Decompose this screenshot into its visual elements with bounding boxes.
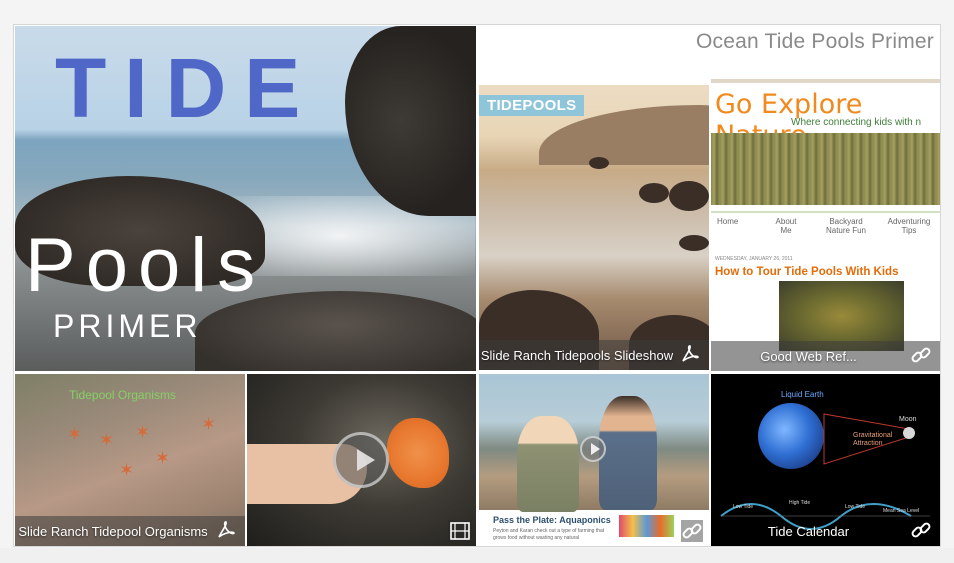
sea-rock [669, 181, 709, 211]
page-footer-strip [0, 548, 954, 563]
link-icon[interactable] [681, 520, 703, 542]
presenter-girl [517, 416, 579, 512]
tile-tidepools-slideshow[interactable]: TIDEPOOLS Slide Ranch Tidepools Slidesho… [479, 85, 709, 370]
film-icon[interactable] [448, 520, 472, 542]
tile-tide-calendar[interactable]: Liquid Earth Moon Gravitational Attracti… [711, 374, 940, 546]
tile-tide-pools-primer[interactable]: TIDE Pools PRIMER [15, 26, 476, 371]
tile-caption: Good Web Ref... [760, 349, 857, 364]
caption-bar: Tide Calendar [711, 516, 940, 546]
pdf-icon[interactable] [679, 343, 701, 365]
site-subtitle: Where connecting kids with n [791, 117, 922, 128]
gravity-label: Gravitational Attraction [853, 432, 893, 447]
board-title: Ocean Tide Pools Primer [695, 30, 934, 53]
cliff-rock [345, 26, 476, 216]
site-nav: Home About Me Backyard Nature Fun Advent… [711, 211, 940, 253]
nav-backyard: Backyard Nature Fun [825, 217, 867, 235]
sea-level-label: Mean Sea Level [883, 508, 920, 514]
sea-rock [679, 235, 709, 251]
starfish: ✶ [119, 460, 135, 480]
caption-bar: Good Web Ref... [711, 341, 940, 371]
starfish: ✶ [135, 422, 151, 442]
video-description: Peyton and Karan check out a type of far… [493, 528, 605, 541]
caption-bar: Slide Ranch Tidepools Slideshow [479, 340, 709, 370]
play-icon[interactable] [333, 432, 389, 488]
moon-graphic [903, 427, 915, 439]
pdf-icon[interactable] [215, 519, 237, 541]
tile-go-explore-nature[interactable]: Go Explore Nature Where connecting kids … [711, 79, 940, 371]
post-title: How to Tour Tide Pools With Kids [715, 266, 899, 278]
high-tide-label: High Tide [789, 500, 811, 506]
presenter-boy [599, 396, 657, 510]
tile-word-primer: PRIMER [53, 308, 202, 344]
slide-label: Tidepool Organisms [69, 388, 176, 402]
starfish: ✶ [155, 448, 171, 468]
link-icon[interactable] [910, 344, 932, 366]
nav-about: About Me [775, 217, 797, 235]
starfish [387, 418, 449, 488]
link-icon[interactable] [910, 519, 932, 541]
tile-starfish-video[interactable] [247, 374, 476, 546]
site-header-line [711, 79, 940, 83]
video-title: Pass the Plate: Aquaponics [493, 515, 611, 525]
starfish: ✶ [201, 414, 217, 434]
site-banner-image [711, 133, 940, 205]
tile-pass-the-plate[interactable]: Pass the Plate: Aquaponics Peyton and Ka… [479, 374, 709, 546]
tile-tidepool-organisms[interactable]: Tidepool Organisms ✶ ✶ ✶ ✶ ✶ ✶ Slide Ran… [15, 374, 245, 546]
starfish: ✶ [99, 430, 115, 450]
video-thumbnail [479, 374, 709, 512]
play-icon[interactable] [580, 436, 606, 462]
sea-rock [639, 183, 669, 203]
moon-label: Moon [899, 416, 917, 423]
book-covers [619, 515, 674, 537]
tile-word-tide: TIDE [55, 41, 319, 135]
padlet-board: Ocean Tide Pools Primer TIDE Pools PRIME… [13, 24, 941, 547]
sea-rock [589, 157, 609, 169]
tile-caption: Tide Calendar [767, 524, 850, 539]
starfish: ✶ [67, 424, 83, 444]
tile-word-pools: Pools [25, 223, 266, 308]
slide-label: TIDEPOOLS [479, 95, 585, 116]
tile-caption: Slide Ranch Tidepool Organisms [18, 524, 208, 539]
nav-tips: Adventuring Tips [887, 217, 931, 235]
caption-bar: Slide Ranch Tidepool Organisms [15, 516, 245, 546]
low-tide-label: Low Tide [845, 504, 866, 510]
post-date: WEDNESDAY, JANUARY 26, 2011 [715, 256, 793, 262]
nav-home: Home [717, 217, 739, 226]
low-tide-label: Low Tide [733, 504, 754, 510]
tile-caption: Slide Ranch Tidepools Slideshow [480, 348, 674, 363]
